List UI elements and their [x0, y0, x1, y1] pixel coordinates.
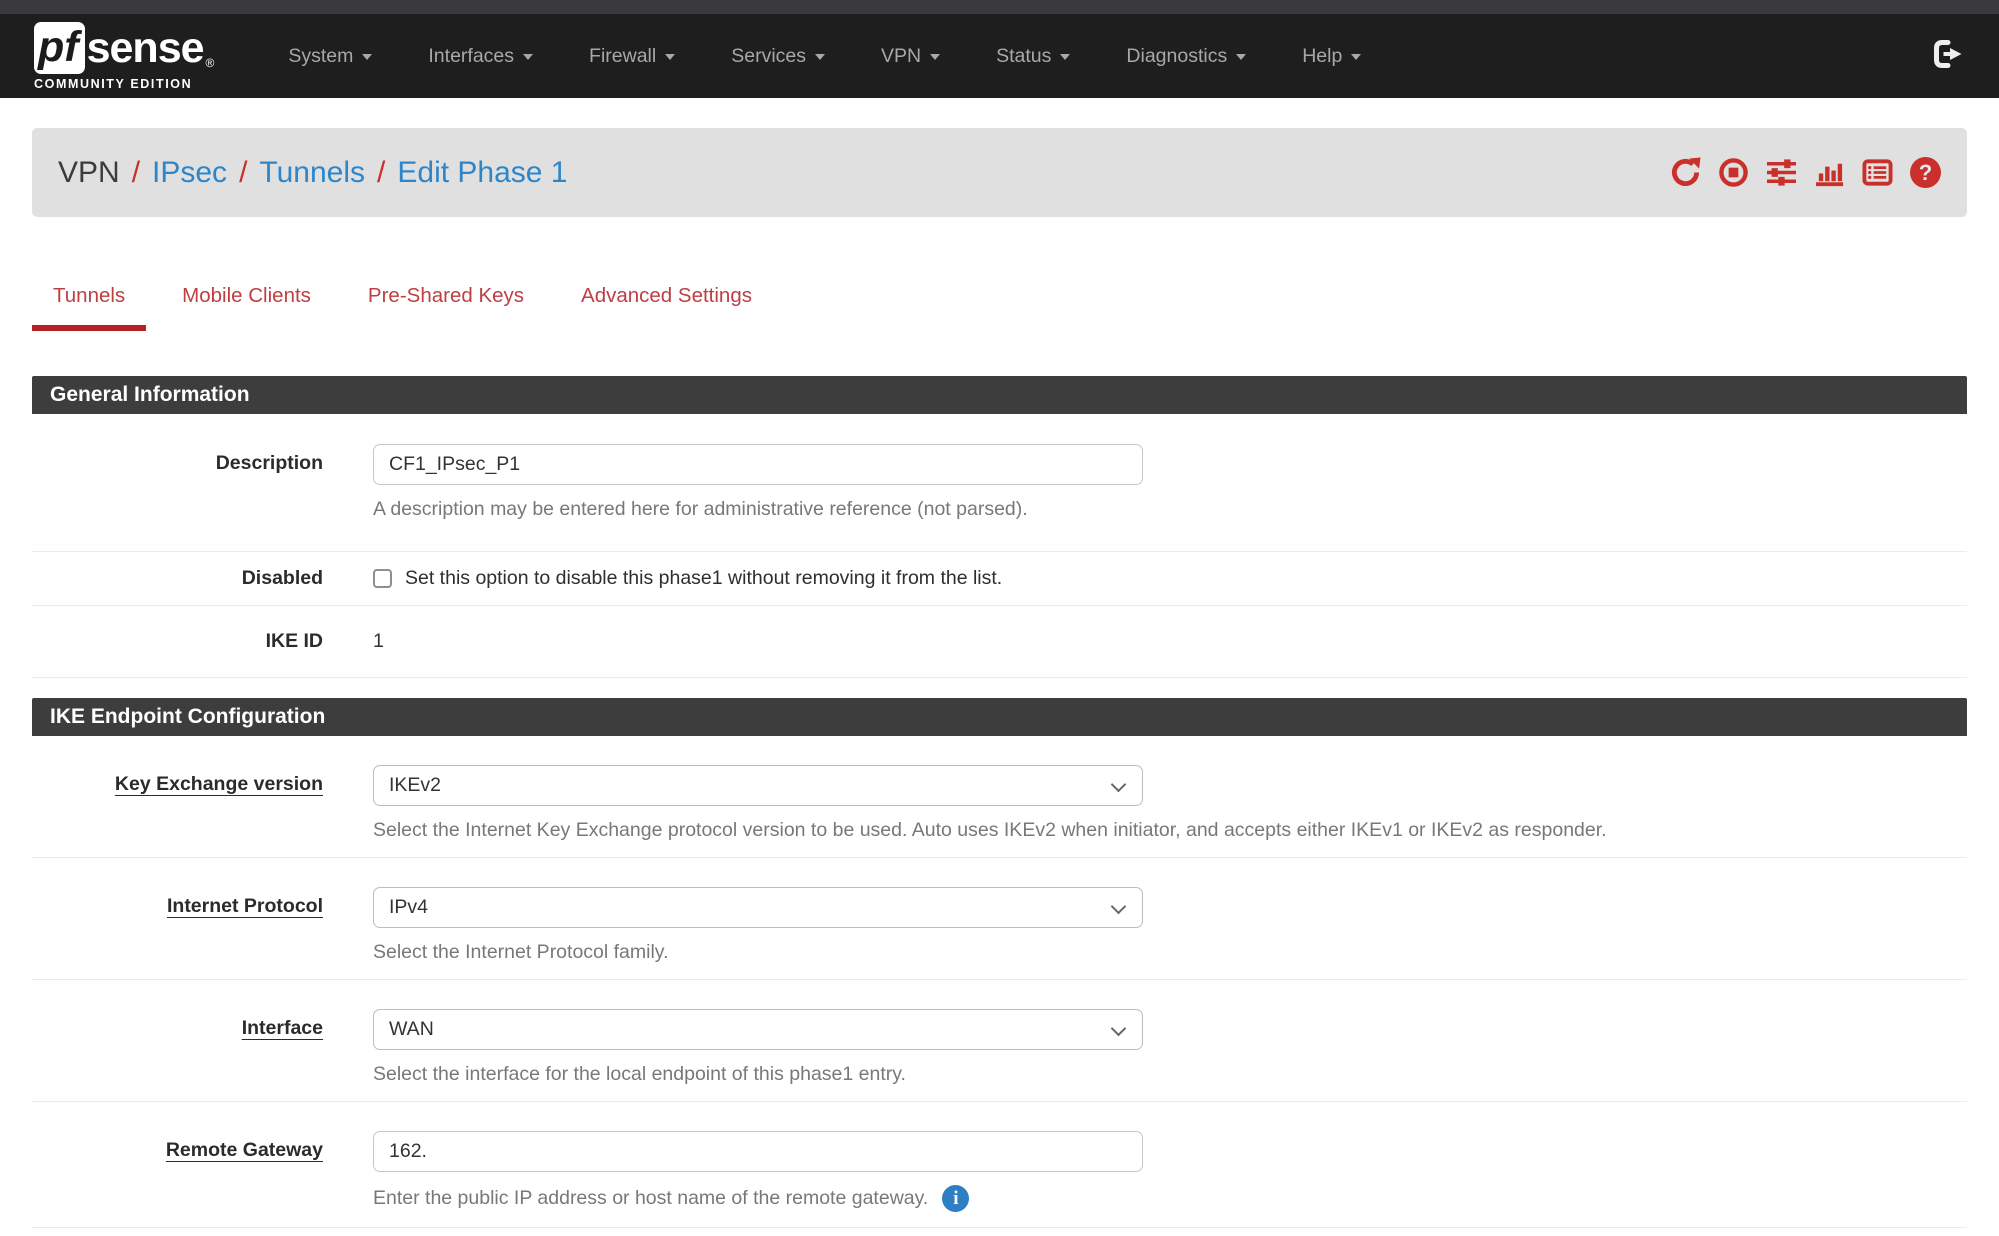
section-title: General Information: [32, 376, 1967, 414]
internet-protocol-help: Select the Internet Protocol family.: [373, 941, 1967, 964]
disabled-checkbox[interactable]: [373, 569, 392, 588]
nav-item-firewall[interactable]: Firewall: [561, 45, 703, 68]
pfsense-logo-pf: pf: [34, 22, 85, 74]
key-exchange-version-select[interactable]: IKEv2: [373, 765, 1143, 806]
nav-item-status[interactable]: Status: [968, 45, 1098, 68]
chevron-down-icon: [1060, 54, 1070, 60]
breadcrumb-ipsec-link[interactable]: IPsec: [152, 156, 227, 190]
ike-id-label: IKE ID: [32, 630, 373, 653]
main-navbar: pf sense ® COMMUNITY EDITION System Inte…: [0, 14, 1999, 98]
chevron-down-icon: [1111, 777, 1127, 793]
interface-value: WAN: [389, 1018, 434, 1041]
page-action-icons: ?: [1670, 157, 1941, 188]
info-icon[interactable]: i: [942, 1185, 969, 1212]
description-help: A description may be entered here for ad…: [373, 498, 1967, 521]
breadcrumb: VPN / IPsec / Tunnels / Edit Phase 1: [58, 156, 568, 190]
disabled-label: Disabled: [32, 567, 373, 590]
tab-mobile-clients[interactable]: Mobile Clients: [161, 270, 332, 331]
chevron-down-icon: [523, 54, 533, 60]
internet-protocol-select[interactable]: IPv4: [373, 887, 1143, 928]
key-exchange-version-help: Select the Internet Key Exchange protoco…: [373, 819, 1967, 842]
tab-advanced-settings[interactable]: Advanced Settings: [560, 270, 773, 331]
remote-gateway-input[interactable]: [373, 1131, 1143, 1172]
help-icon[interactable]: ?: [1910, 157, 1941, 188]
tab-tunnels[interactable]: Tunnels: [32, 270, 146, 331]
row-ike-id: IKE ID 1: [32, 606, 1967, 678]
chevron-down-icon: [1351, 54, 1361, 60]
main-content: General Information Description A descri…: [32, 376, 1967, 1228]
chevron-down-icon: [815, 54, 825, 60]
breadcrumb-edit-phase1-link[interactable]: Edit Phase 1: [397, 156, 567, 190]
breadcrumb-separator: /: [377, 156, 385, 190]
breadcrumb-bar: VPN / IPsec / Tunnels / Edit Phase 1: [32, 128, 1967, 217]
sliders-icon[interactable]: [1766, 157, 1797, 188]
row-description: Description A description may be entered…: [32, 414, 1967, 552]
pfsense-logo-sense: sense: [87, 23, 204, 73]
description-label: Description: [32, 444, 373, 521]
stop-icon[interactable]: [1718, 157, 1749, 188]
remote-gateway-help: Enter the public IP address or host name…: [373, 1187, 928, 1210]
chevron-down-icon: [1111, 899, 1127, 915]
window-top-strip: [0, 0, 1999, 14]
chevron-down-icon: [665, 54, 675, 60]
breadcrumb-separator: /: [239, 156, 247, 190]
breadcrumb-tunnels-link[interactable]: Tunnels: [259, 156, 365, 190]
refresh-icon[interactable]: [1670, 157, 1701, 188]
key-exchange-version-label: Key Exchange version: [115, 773, 323, 795]
chevron-down-icon: [1111, 1021, 1127, 1037]
disabled-checkbox-text: Set this option to disable this phase1 w…: [405, 567, 1002, 590]
key-exchange-version-value: IKEv2: [389, 774, 441, 797]
internet-protocol-label: Internet Protocol: [167, 895, 323, 917]
sign-out-button[interactable]: [1933, 39, 1965, 74]
tab-bar: Tunnels Mobile Clients Pre-Shared Keys A…: [32, 270, 1967, 331]
nav-item-interfaces[interactable]: Interfaces: [400, 45, 561, 68]
ike-id-value: 1: [373, 630, 384, 652]
interface-help: Select the interface for the local endpo…: [373, 1063, 1967, 1086]
section-ike-endpoint-configuration: IKE Endpoint Configuration Key Exchange …: [32, 698, 1967, 1228]
row-remote-gateway: Remote Gateway Enter the public IP addre…: [32, 1102, 1967, 1228]
section-title: IKE Endpoint Configuration: [32, 698, 1967, 736]
nav-item-system[interactable]: System: [260, 45, 400, 68]
remote-gateway-label: Remote Gateway: [166, 1139, 323, 1161]
nav-menu: System Interfaces Firewall Services VPN …: [260, 45, 1933, 68]
nav-item-services[interactable]: Services: [703, 45, 853, 68]
breadcrumb-separator: /: [132, 156, 140, 190]
row-key-exchange-version: Key Exchange version IKEv2 Select the In…: [32, 736, 1967, 858]
pfsense-logo[interactable]: pf sense ® COMMUNITY EDITION: [34, 22, 214, 91]
bar-chart-icon[interactable]: [1814, 157, 1845, 188]
pfsense-logo-subtitle: COMMUNITY EDITION: [34, 77, 214, 91]
row-interface: Interface WAN Select the interface for t…: [32, 980, 1967, 1102]
nav-item-vpn[interactable]: VPN: [853, 45, 968, 68]
chevron-down-icon: [930, 54, 940, 60]
tab-pre-shared-keys[interactable]: Pre-Shared Keys: [347, 270, 545, 331]
chevron-down-icon: [362, 54, 372, 60]
pfsense-logo-trademark: ®: [206, 56, 215, 70]
breadcrumb-vpn: VPN: [58, 156, 120, 190]
interface-label: Interface: [242, 1017, 323, 1039]
nav-item-help[interactable]: Help: [1274, 45, 1389, 68]
chevron-down-icon: [1236, 54, 1246, 60]
row-disabled: Disabled Set this option to disable this…: [32, 552, 1967, 606]
sign-out-icon: [1933, 39, 1965, 74]
pfsense-logo-row: pf sense ®: [34, 22, 214, 74]
row-internet-protocol: Internet Protocol IPv4 Select the Intern…: [32, 858, 1967, 980]
list-icon[interactable]: [1862, 157, 1893, 188]
section-general-information: General Information Description A descri…: [32, 376, 1967, 678]
interface-select[interactable]: WAN: [373, 1009, 1143, 1050]
internet-protocol-value: IPv4: [389, 896, 428, 919]
nav-item-diagnostics[interactable]: Diagnostics: [1098, 45, 1274, 68]
description-input[interactable]: [373, 444, 1143, 485]
